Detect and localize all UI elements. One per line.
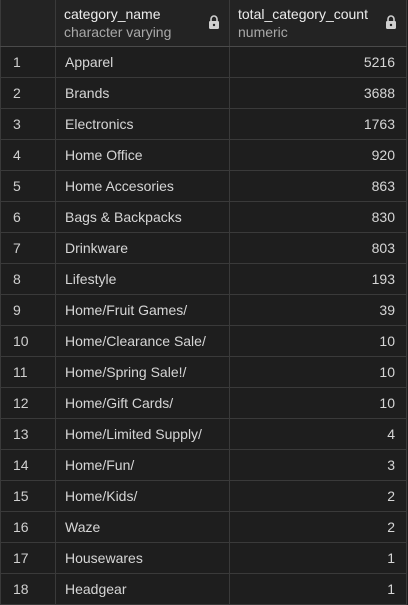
column-header-category-name[interactable]: category_name character varying [56,0,230,46]
row-number-cell[interactable]: 2 [0,78,56,108]
total-category-count-cell[interactable]: 863 [230,171,407,201]
row-number-cell[interactable]: 6 [0,202,56,232]
row-number-header[interactable] [0,0,56,46]
total-category-count-cell[interactable]: 3688 [230,78,407,108]
table-row[interactable]: 12 Home/Gift Cards/10 [0,388,407,419]
total-category-count-cell[interactable]: 1 [230,543,407,573]
total-category-count-cell[interactable]: 39 [230,295,407,325]
category-name-cell[interactable]: Electronics [56,109,230,139]
category-name-cell[interactable]: Headgear [56,574,230,604]
category-name-cell[interactable]: Apparel [56,47,230,77]
table-row[interactable]: 9 Home/Fruit Games/39 [0,295,407,326]
total-category-count-cell[interactable]: 2 [230,512,407,542]
table-row[interactable]: 3 Electronics 1763 [0,109,407,140]
total-category-count-cell[interactable]: 920 [230,140,407,170]
row-number-cell[interactable]: 11 [0,357,56,387]
category-name-cell[interactable]: Home Office [56,140,230,170]
table-row[interactable]: 14 Home/Fun/3 [0,450,407,481]
total-category-count-cell[interactable]: 1 [230,574,407,604]
category-name-cell[interactable]: Waze [56,512,230,542]
category-name-cell[interactable]: Home Accesories [56,171,230,201]
table-row[interactable]: 15 Home/Kids/2 [0,481,407,512]
table-row[interactable]: 18 Headgear 1 [0,574,407,605]
column-type: numeric [238,24,288,40]
total-category-count-cell[interactable]: 10 [230,388,407,418]
category-name-cell[interactable]: Housewares [56,543,230,573]
row-number-cell[interactable]: 17 [0,543,56,573]
table-row[interactable]: 16 Waze 2 [0,512,407,543]
header-row: category_name character varying total_ca… [0,0,407,47]
total-category-count-cell[interactable]: 3 [230,450,407,480]
row-number-cell[interactable]: 14 [0,450,56,480]
table-row[interactable]: 7 Drinkware 803 [0,233,407,264]
row-number-cell[interactable]: 4 [0,140,56,170]
total-category-count-cell[interactable]: 803 [230,233,407,263]
category-name-cell[interactable]: Brands [56,78,230,108]
category-name-cell[interactable]: Bags & Backpacks [56,202,230,232]
total-category-count-cell[interactable]: 830 [230,202,407,232]
results-grid: category_name character varying total_ca… [0,0,407,605]
total-category-count-cell[interactable]: 1763 [230,109,407,139]
table-row[interactable]: 1 Apparel 5216 [0,47,407,78]
table-row[interactable]: 6 Bags & Backpacks 830 [0,202,407,233]
row-number-cell[interactable]: 10 [0,326,56,356]
column-name: category_name [64,6,161,22]
row-number-cell[interactable]: 16 [0,512,56,542]
total-category-count-cell[interactable]: 193 [230,264,407,294]
category-name-cell[interactable]: Home/Limited Supply/ [56,419,230,449]
total-category-count-cell[interactable]: 10 [230,357,407,387]
category-name-cell[interactable]: Home/Spring Sale!/ [56,357,230,387]
category-name-cell[interactable]: Home/Gift Cards/ [56,388,230,418]
row-number-cell[interactable]: 13 [0,419,56,449]
total-category-count-cell[interactable]: 4 [230,419,407,449]
row-number-cell[interactable]: 3 [0,109,56,139]
row-number-cell[interactable]: 12 [0,388,56,418]
table-row[interactable]: 8 Lifestyle 193 [0,264,407,295]
row-number-cell[interactable]: 1 [0,47,56,77]
table-row[interactable]: 2 Brands 3688 [0,78,407,109]
table-row[interactable]: 10 Home/Clearance Sale/10 [0,326,407,357]
lock-icon [386,15,396,29]
row-number-cell[interactable]: 7 [0,233,56,263]
row-number-cell[interactable]: 15 [0,481,56,511]
total-category-count-cell[interactable]: 5216 [230,47,407,77]
row-number-cell[interactable]: 5 [0,171,56,201]
row-number-cell[interactable]: 18 [0,574,56,604]
grid-body: 1 Apparel 5216 2 Brands 3688 3 Electronics 1763 4… [0,47,407,605]
column-header-total-category-count[interactable]: total_category_count numeric [230,0,407,46]
category-name-cell[interactable]: Drinkware [56,233,230,263]
category-name-cell[interactable]: Home/Kids/ [56,481,230,511]
column-type: character varying [64,24,172,40]
row-number-cell[interactable]: 9 [0,295,56,325]
row-number-cell[interactable]: 8 [0,264,56,294]
category-name-cell[interactable]: Home/Fun/ [56,450,230,480]
column-name: total_category_count [238,6,368,22]
total-category-count-cell[interactable]: 10 [230,326,407,356]
lock-icon [209,15,219,29]
table-row[interactable]: 11 Home/Spring Sale!/10 [0,357,407,388]
category-name-cell[interactable]: Lifestyle [56,264,230,294]
table-row[interactable]: 17 Housewares 1 [0,543,407,574]
table-row[interactable]: 5 Home Accesories 863 [0,171,407,202]
category-name-cell[interactable]: Home/Clearance Sale/ [56,326,230,356]
table-row[interactable]: 4 Home Office 920 [0,140,407,171]
table-row[interactable]: 13 Home/Limited Supply/4 [0,419,407,450]
category-name-cell[interactable]: Home/Fruit Games/ [56,295,230,325]
total-category-count-cell[interactable]: 2 [230,481,407,511]
